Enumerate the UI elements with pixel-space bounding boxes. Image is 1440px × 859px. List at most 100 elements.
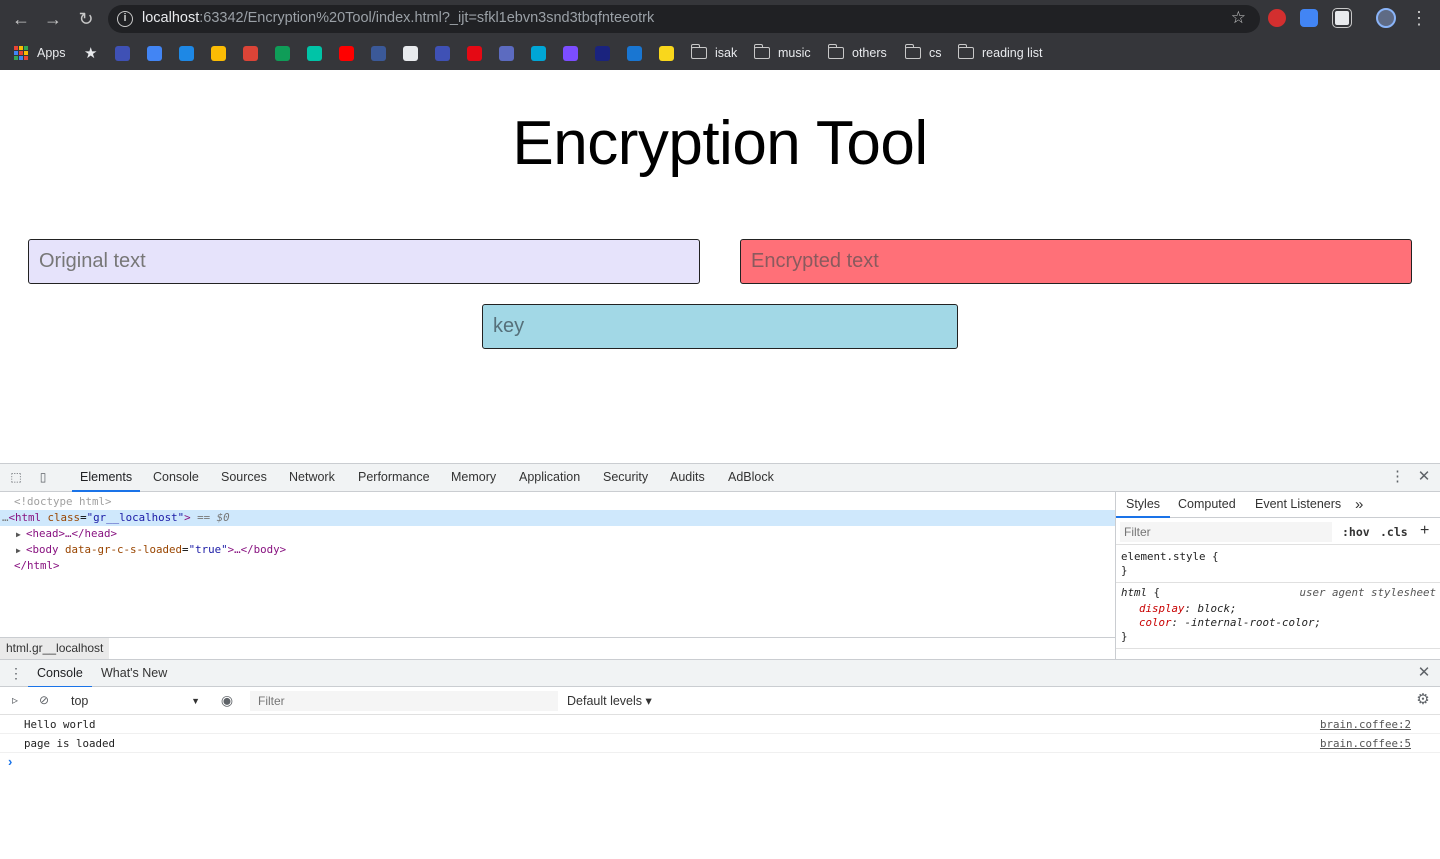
bookmark-site-favicon-icon[interactable] — [371, 44, 386, 62]
element-style-rule[interactable]: element.style { — [1121, 550, 1219, 564]
console-message-source-link[interactable]: brain.coffee:5 — [1320, 734, 1411, 753]
tab-audits[interactable]: Audits — [670, 464, 705, 492]
profile-avatar[interactable] — [1376, 8, 1396, 28]
folder-icon — [690, 44, 707, 59]
favicon-icon — [371, 45, 386, 61]
inspect-element-icon[interactable]: ⬚ — [9, 470, 23, 484]
folder-icon — [957, 44, 974, 59]
browser-menu-icon[interactable]: ⋮ — [1410, 7, 1428, 29]
drawer-tab-bar: ⋮ Console What's New ✕ — [0, 659, 1440, 688]
log-levels-dropdown[interactable]: Default levels ▾ — [567, 687, 652, 715]
bookmark-site-favicon-icon[interactable] — [403, 44, 418, 62]
bookmark-site-favicon-icon[interactable] — [627, 44, 642, 62]
live-expression-eye-icon[interactable]: ◉ — [220, 693, 234, 707]
bookmark-folder-music[interactable]: music — [753, 44, 811, 62]
show-sidebar-icon[interactable]: ▹ — [8, 693, 22, 707]
tab-elements[interactable]: Elements — [72, 464, 141, 492]
key-input[interactable] — [482, 304, 958, 349]
bookmark-folder-cs[interactable]: cs — [904, 44, 942, 62]
style-declaration[interactable]: color: -internal-root-color; — [1139, 616, 1321, 630]
tab-security[interactable]: Security — [603, 464, 648, 492]
cls-button[interactable]: .cls — [1380, 525, 1408, 539]
tab-console[interactable]: Console — [153, 464, 199, 492]
new-style-rule-icon[interactable]: + — [1420, 522, 1429, 540]
html-rule[interactable]: html { — [1121, 586, 1160, 600]
bookmark-folder-others[interactable]: others — [827, 44, 887, 62]
style-declaration[interactable]: display: block; — [1139, 602, 1237, 616]
address-bar[interactable]: i localhost:63342/Encryption%20Tool/inde… — [108, 5, 1260, 33]
bookmark-folder-isak[interactable]: isak — [690, 44, 737, 62]
bookmark-site-favicon-icon[interactable] — [243, 44, 258, 62]
devtools-menu-icon[interactable]: ⋮ — [1390, 469, 1405, 484]
drawer-menu-icon[interactable]: ⋮ — [9, 666, 23, 680]
bookmark-star-icon[interactable]: ☆ — [1231, 8, 1246, 28]
styles-filter-input[interactable] — [1120, 522, 1332, 542]
favicon-icon — [659, 45, 674, 61]
bookmark-site-favicon-icon[interactable] — [307, 44, 322, 62]
console-settings-gear-icon[interactable]: ⚙ — [1416, 692, 1430, 707]
extension-translate-icon[interactable] — [1300, 9, 1318, 27]
breadcrumb-item[interactable]: html.gr__localhost — [0, 638, 110, 659]
body-node[interactable]: ▶ <body data-gr-c-s-loaded="true">…</body… — [16, 542, 286, 558]
bookmark-site-favicon-icon[interactable] — [467, 44, 482, 62]
tab-sources[interactable]: Sources — [221, 464, 267, 492]
bookmark-site-favicon-icon[interactable] — [211, 44, 226, 62]
html-close-node[interactable]: </html> — [14, 558, 60, 574]
html-node[interactable]: …<html class="gr__localhost"> == $0 — [0, 510, 1115, 526]
head-node[interactable]: ▶ <head>…</head> — [16, 526, 117, 542]
bookmark-folder-reading-list[interactable]: reading list — [957, 44, 1042, 62]
original-text-input[interactable] — [28, 239, 700, 284]
encrypted-text-input[interactable] — [740, 239, 1412, 284]
tab-styles[interactable]: Styles — [1116, 492, 1171, 518]
favicon-icon — [595, 45, 610, 61]
more-tabs-chevron-icon[interactable]: » — [1355, 492, 1363, 518]
close-devtools-icon[interactable]: ✕ — [1417, 469, 1431, 484]
drawer-tab-whats-new[interactable]: What's New — [101, 660, 167, 688]
device-toolbar-icon[interactable]: ▯ — [36, 470, 50, 484]
extension-notion-icon[interactable] — [1332, 8, 1352, 28]
rule-selector: element.style { — [1121, 550, 1219, 563]
bookmark-site-favicon-icon[interactable] — [595, 44, 610, 62]
extension-adblock-icon[interactable] — [1268, 9, 1286, 27]
bookmark-site-favicon-icon[interactable] — [275, 44, 290, 62]
doctype-node[interactable]: <!doctype html> — [14, 494, 112, 510]
bookmark-site-favicon-icon[interactable] — [659, 44, 674, 62]
bookmark-site-favicon-icon[interactable] — [531, 44, 546, 62]
bookmark-apps[interactable]: Apps — [14, 44, 66, 62]
tab-network[interactable]: Network — [289, 464, 335, 492]
context-select[interactable]: top ▼ — [62, 690, 206, 712]
chevron-down-icon: ▼ — [191, 696, 200, 706]
tab-adblock[interactable]: AdBlock — [728, 464, 774, 492]
console-filter-input[interactable] — [250, 691, 558, 711]
hov-button[interactable]: :hov — [1342, 525, 1370, 539]
bookmark-site-favicon-icon[interactable] — [563, 44, 578, 62]
back-button[interactable]: ← — [8, 6, 34, 32]
bookmark-site-favicon-icon[interactable] — [339, 44, 354, 62]
clear-console-icon[interactable]: ⊘ — [37, 693, 51, 707]
close-drawer-icon[interactable]: ✕ — [1417, 665, 1431, 680]
bookmark-star-icon[interactable]: ★ — [84, 44, 97, 62]
bookmark-site-favicon-icon[interactable] — [499, 44, 514, 62]
tab-event-listeners[interactable]: Event Listeners — [1255, 492, 1341, 518]
favicon-icon — [211, 45, 226, 61]
styles-filter-row: :hov .cls + — [1116, 519, 1440, 545]
expand-triangle-icon[interactable]: ▶ — [16, 527, 26, 543]
bookmark-site-favicon-icon[interactable] — [435, 44, 450, 62]
reload-button[interactable]: ↻ — [73, 6, 99, 32]
tab-memory[interactable]: Memory — [451, 464, 496, 492]
bookmark-site-favicon-icon[interactable] — [147, 44, 162, 62]
bookmark-site-favicon-icon[interactable] — [179, 44, 194, 62]
console-prompt-chevron-icon[interactable]: › — [8, 754, 12, 769]
tab-application[interactable]: Application — [519, 464, 580, 492]
site-info-icon[interactable]: i — [117, 11, 133, 27]
forward-button[interactable]: → — [40, 6, 66, 32]
bookmark-site-favicon-icon[interactable] — [115, 44, 130, 62]
tab-performance[interactable]: Performance — [358, 464, 430, 492]
console-message-source-link[interactable]: brain.coffee:2 — [1320, 715, 1411, 734]
url-text[interactable]: localhost:63342/Encryption%20Tool/index.… — [142, 10, 654, 26]
tab-computed[interactable]: Computed — [1178, 492, 1236, 518]
folder-icon — [753, 44, 770, 59]
console-toolbar: ▹ ⊘ top ▼ ◉ Default levels ▾ ⚙ — [0, 687, 1440, 715]
drawer-tab-console[interactable]: Console — [28, 660, 92, 688]
expand-triangle-icon[interactable]: ▶ — [16, 543, 26, 559]
